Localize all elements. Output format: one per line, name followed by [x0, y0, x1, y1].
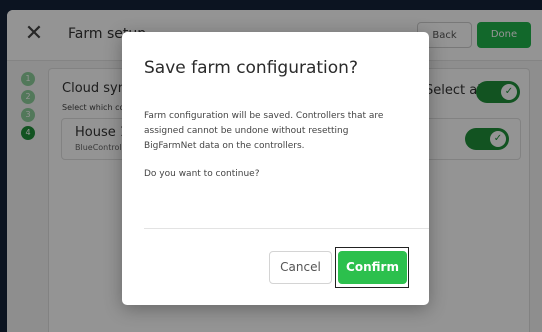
dialog-title: Save farm configuration?: [144, 58, 358, 78]
dialog-divider: [144, 228, 429, 229]
confirm-button[interactable]: Confirm: [338, 251, 407, 284]
dialog-question: Do you want to continue?: [144, 169, 260, 179]
dialog-message: Farm configuration will be saved. Contro…: [144, 111, 384, 151]
cancel-button[interactable]: Cancel: [269, 251, 332, 284]
dialog-body: Farm configuration will be saved. Contro…: [144, 109, 399, 182]
save-config-dialog: Save farm configuration? Farm configurat…: [122, 32, 429, 305]
